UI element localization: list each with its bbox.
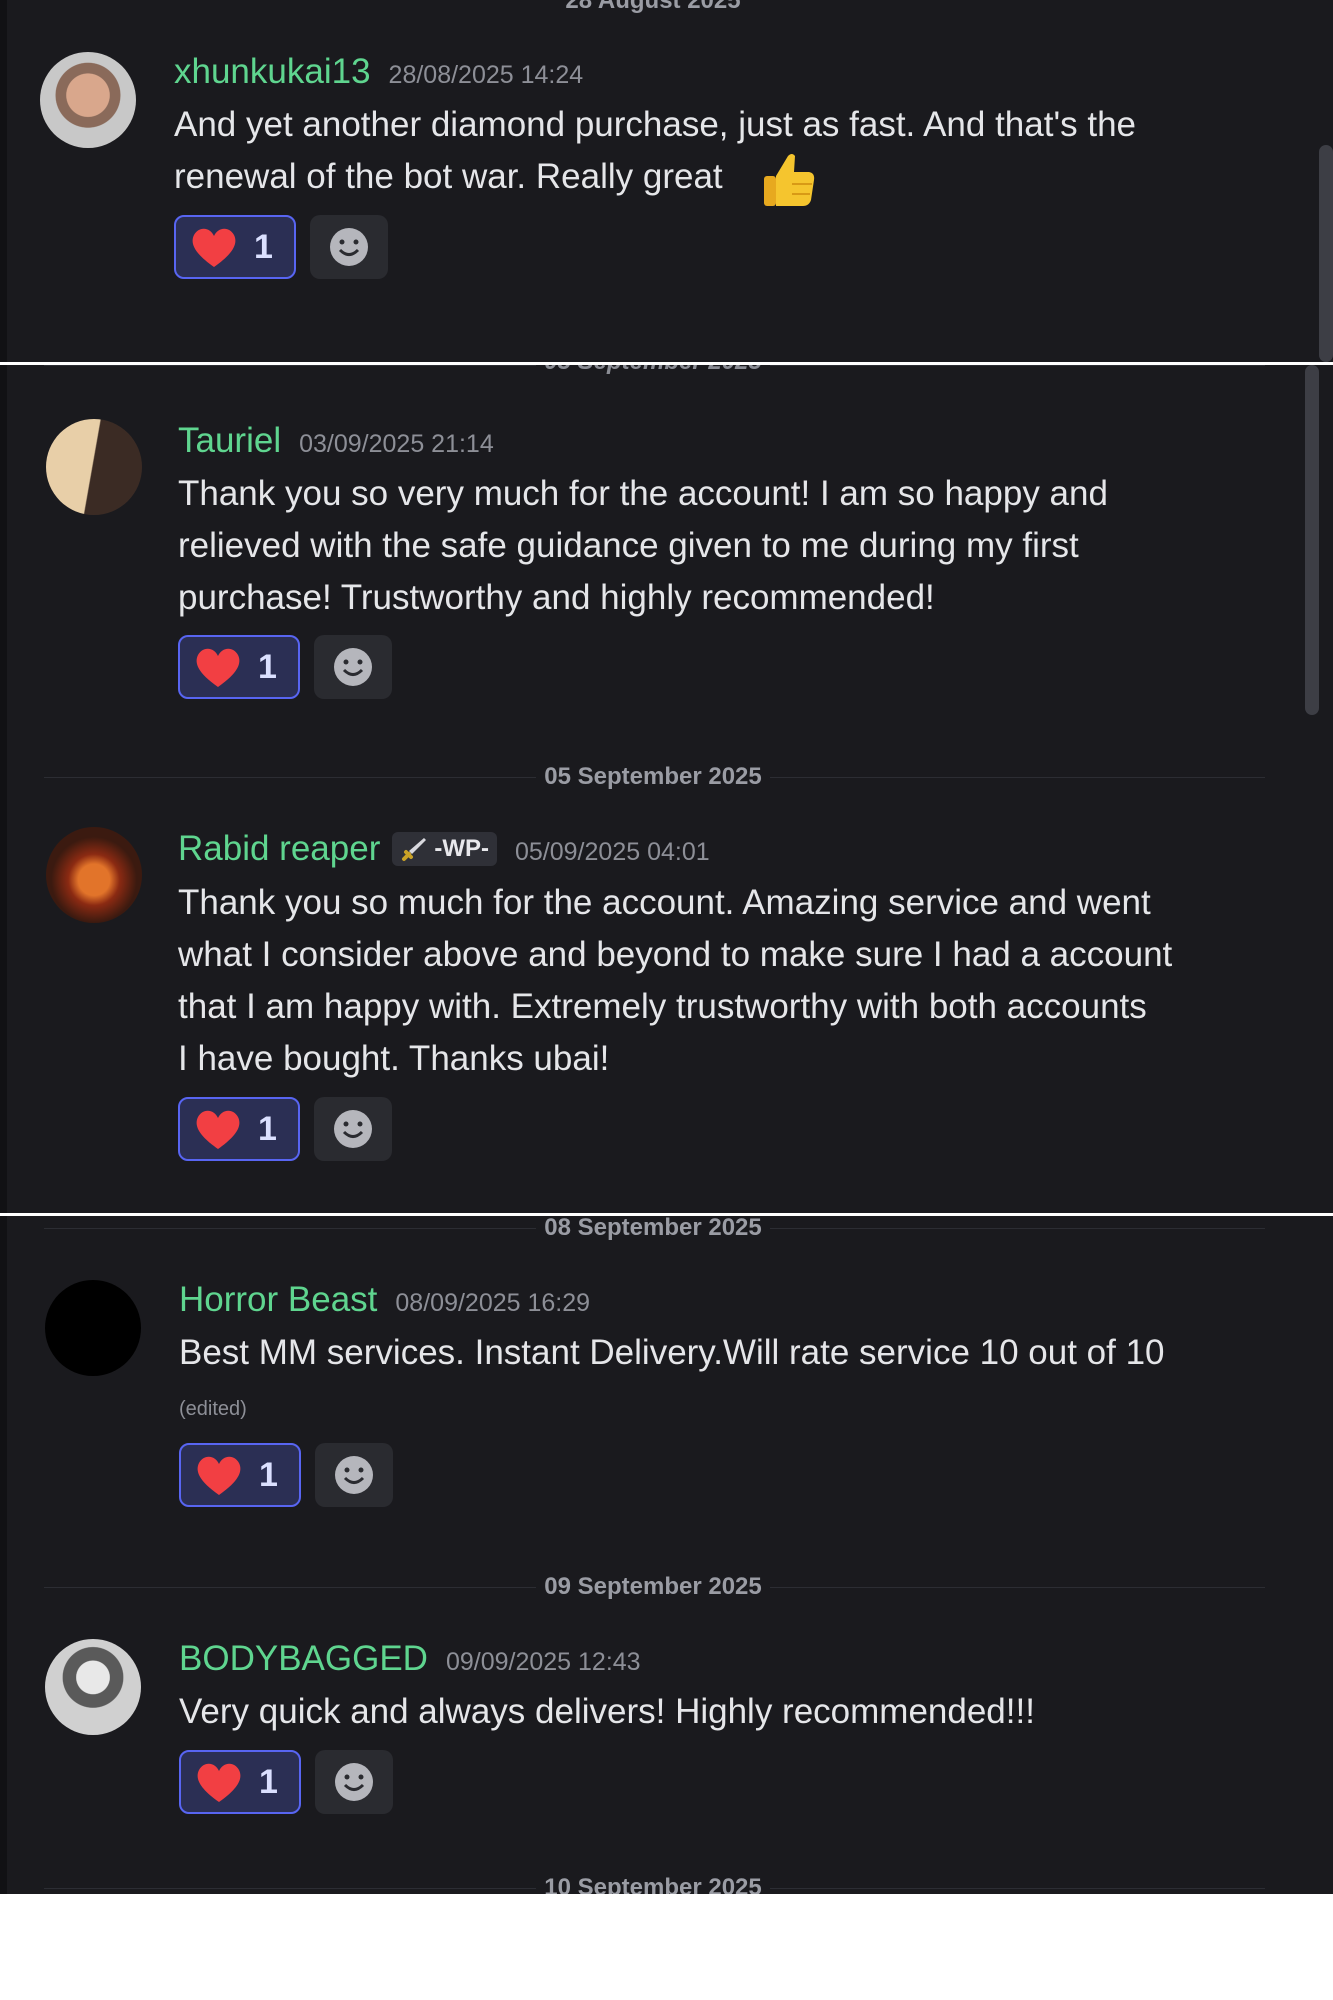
date-separator: 05 September 2025	[0, 762, 1306, 792]
message-header: xhunkukai13 28/08/2025 14:24	[174, 50, 583, 94]
heart-icon	[192, 228, 236, 267]
add-reaction-button[interactable]	[314, 635, 392, 699]
scrollbar-thumb[interactable]	[1319, 145, 1333, 362]
avatar-tauriel[interactable]	[46, 419, 142, 515]
date-separator: 09 September 2025	[0, 1572, 1306, 1602]
message-line: Thank you so very much for the account! …	[178, 474, 1108, 513]
heart-reaction-button[interactable]: 1	[179, 1750, 301, 1814]
heart-reaction-button[interactable]: 1	[179, 1443, 301, 1507]
sword-icon	[402, 838, 427, 861]
message-header: Horror Beast 08/09/2025 16:29	[179, 1278, 590, 1322]
panel-edge	[0, 0, 7, 362]
heart-reaction-button[interactable]: 1	[178, 635, 300, 699]
message-line: Best MM services. Instant Delivery.Will …	[179, 1333, 1165, 1372]
message-header: Rabid reaper -WP- 05/09/2025 04:01	[178, 827, 710, 871]
heart-icon	[197, 1456, 241, 1495]
chat-panel-3: 08 September 2025 Horror Beast 08/09/202…	[0, 1216, 1333, 1894]
chat-panel-2: 03 September 2025 Tauriel 03/09/2025 21:…	[0, 365, 1333, 1213]
timestamp: 03/09/2025 21:14	[299, 430, 494, 458]
reaction-count: 1	[259, 1762, 278, 1801]
timestamp: 08/09/2025 16:29	[395, 1289, 591, 1317]
timestamp: 28/08/2025 14:24	[388, 61, 584, 89]
message-line: Thank you so much for the account. Amazi…	[178, 883, 1151, 922]
edited-label: (edited)	[179, 1398, 247, 1420]
heart-icon	[196, 648, 240, 687]
heart-reaction-button[interactable]: 1	[174, 215, 296, 279]
avatar-xhunkukai13[interactable]	[40, 52, 136, 148]
avatar-rabid-reaper[interactable]	[46, 827, 142, 923]
date-separator: 03 September 2025	[0, 365, 1306, 377]
timestamp: 09/09/2025 12:43	[445, 1648, 641, 1676]
thumbs-up-icon	[762, 150, 816, 208]
message-line: renewal of the bot war. Really great	[174, 157, 723, 196]
smiley-icon	[335, 1763, 373, 1801]
role-tag-label: -WP-	[434, 835, 489, 862]
message-line: that I am happy with. Extremely trustwor…	[178, 987, 1147, 1026]
heart-reaction-button[interactable]: 1	[178, 1097, 300, 1161]
message-line: purchase! Trustworthy and highly recomme…	[178, 578, 935, 617]
author-name[interactable]: xhunkukai13	[174, 50, 371, 94]
add-reaction-button[interactable]	[314, 1097, 392, 1161]
role-tag[interactable]: -WP-	[392, 832, 497, 866]
timestamp: 05/09/2025 04:01	[515, 838, 710, 866]
heart-icon	[196, 1110, 240, 1149]
author-name[interactable]: Tauriel	[178, 419, 281, 463]
date-separator: 08 September 2025	[0, 1216, 1306, 1243]
date-separator-partial: 10 September 2025	[0, 1873, 1306, 1894]
chat-panel-1: 28 August 2025 xhunkukai13 28/08/2025 14…	[0, 0, 1333, 362]
message-line: what I consider above and beyond to make…	[178, 935, 1173, 974]
author-name[interactable]: Rabid reaper	[178, 827, 380, 871]
message-line: And yet another diamond purchase, just a…	[174, 105, 1137, 144]
add-reaction-button[interactable]	[315, 1443, 393, 1507]
message-header: Tauriel 03/09/2025 21:14	[178, 419, 494, 463]
message-line: relieved with the safe guidance given to…	[178, 526, 1079, 565]
add-reaction-button[interactable]	[310, 215, 388, 279]
smiley-icon	[334, 1110, 372, 1148]
message-line: Very quick and always delivers! Highly r…	[179, 1692, 1035, 1731]
smiley-icon	[335, 1456, 373, 1494]
smiley-icon	[334, 648, 372, 686]
panel-edge	[0, 1216, 7, 1894]
add-reaction-button[interactable]	[315, 1750, 393, 1814]
reaction-count: 1	[258, 647, 277, 686]
date-separator-partial: 28 August 2025	[0, 0, 1306, 16]
author-name[interactable]: BODYBAGGED	[179, 1637, 428, 1681]
reaction-count: 1	[258, 1109, 277, 1148]
avatar-bodybagged[interactable]	[45, 1639, 141, 1735]
author-name[interactable]: Horror Beast	[179, 1278, 377, 1322]
reaction-count: 1	[254, 227, 273, 266]
scrollbar-thumb[interactable]	[1305, 365, 1319, 715]
message-header: BODYBAGGED 09/09/2025 12:43	[179, 1637, 641, 1681]
heart-icon	[197, 1763, 241, 1802]
avatar-horror-beast[interactable]	[45, 1280, 141, 1376]
reaction-count: 1	[259, 1455, 278, 1494]
smiley-icon	[330, 228, 368, 266]
message-line: I have bought. Thanks ubai!	[178, 1039, 610, 1078]
